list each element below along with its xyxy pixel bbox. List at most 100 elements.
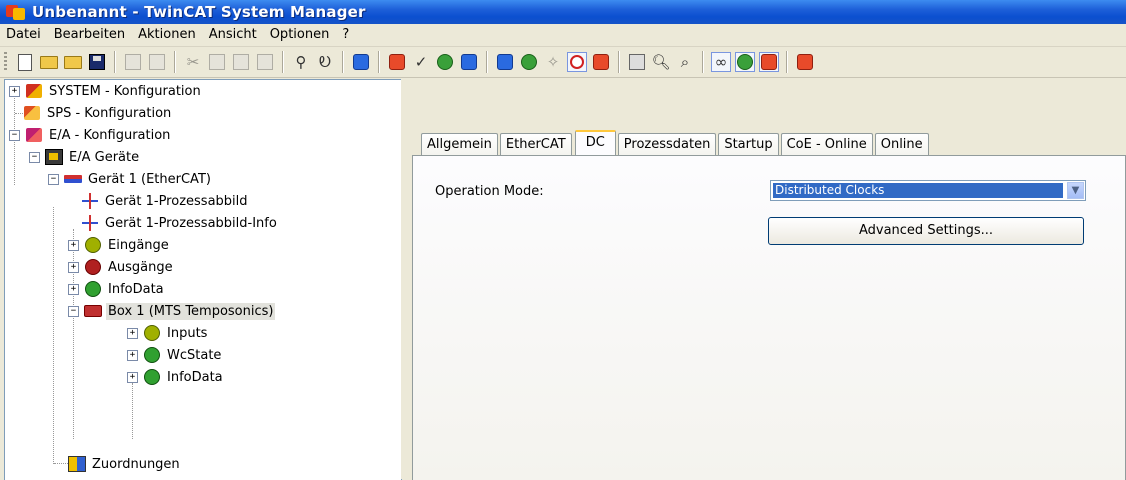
tab-startup[interactable]: Startup	[718, 133, 779, 156]
tree-item[interactable]: + Ausgänge	[68, 256, 175, 278]
watch-icon[interactable]: ∞	[711, 52, 731, 72]
menu-help[interactable]: ?	[336, 24, 356, 46]
paste-icon[interactable]	[231, 52, 251, 72]
detail-pane: Allgemein EtherCAT DC Prozessdaten Start…	[401, 79, 1126, 480]
toolbar-grip[interactable]	[4, 52, 7, 72]
infodata-icon	[84, 280, 102, 298]
tree-item-label: Gerät 1-Prozessabbild	[105, 193, 248, 209]
scan-icon[interactable]	[519, 52, 539, 72]
menu-optionen[interactable]: Optionen	[264, 24, 337, 46]
collapse-toggle[interactable]: −	[68, 305, 79, 317]
tree-item[interactable]: SPS - Konfiguration	[23, 102, 173, 124]
tree-item-selected[interactable]: − Box 1 (MTS Temposonics)	[68, 300, 276, 322]
expand-toggle[interactable]: +	[68, 239, 79, 251]
cut-icon[interactable]: ✂	[183, 52, 203, 72]
config-mode-icon[interactable]	[495, 52, 515, 72]
outputs-icon	[84, 258, 102, 276]
menu-aktionen[interactable]: Aktionen	[132, 24, 203, 46]
tree-item[interactable]: + Inputs	[127, 322, 209, 344]
tree-item[interactable]: + InfoData	[127, 366, 225, 388]
expand-toggle[interactable]: +	[68, 283, 79, 295]
chevron-down-icon[interactable]: ▼	[1067, 182, 1084, 199]
build-icon[interactable]	[435, 52, 455, 72]
paste-special-icon[interactable]	[255, 52, 275, 72]
tab-online[interactable]: Online	[874, 133, 929, 156]
infodata-icon	[143, 368, 161, 386]
tab-prozessdaten[interactable]: Prozessdaten	[617, 133, 717, 156]
target-icon[interactable]	[567, 52, 587, 72]
operation-mode-select[interactable]: Distributed Clocks ▼	[770, 180, 1086, 201]
twincat-app-icon[interactable]	[6, 3, 26, 21]
edit-icon[interactable]	[351, 52, 371, 72]
tree-item[interactable]: Gerät 1-Prozessabbild-Info	[81, 212, 279, 234]
tree-item[interactable]: Zuordnungen	[68, 453, 182, 475]
tree-item-label: Inputs	[167, 325, 208, 341]
list-view-icon[interactable]	[627, 52, 647, 72]
advanced-settings-button[interactable]: Advanced Settings...	[768, 217, 1084, 245]
save-icon[interactable]	[87, 52, 107, 72]
expand-toggle[interactable]: +	[127, 349, 138, 361]
toolbar-separator	[114, 51, 116, 73]
expand-toggle[interactable]: +	[127, 327, 138, 339]
tree-item-label: Box 1 (MTS Temposonics)	[106, 302, 276, 320]
find-icon[interactable]: ⚲	[291, 52, 311, 72]
toolbar-separator	[282, 51, 284, 73]
toolbar-separator	[618, 51, 620, 73]
restart-icon[interactable]	[459, 52, 479, 72]
menu-datei[interactable]: Datei	[0, 24, 48, 46]
collapse-toggle[interactable]: −	[48, 173, 59, 185]
io-devices-icon	[45, 148, 63, 166]
collapse-toggle[interactable]: −	[29, 151, 40, 163]
tree-line	[132, 383, 133, 439]
tree-item[interactable]: Gerät 1-Prozessabbild	[81, 190, 250, 212]
collapse-toggle[interactable]: −	[9, 129, 20, 141]
open-icon[interactable]	[39, 52, 59, 72]
copy-icon[interactable]	[207, 52, 227, 72]
toolbar-separator	[786, 51, 788, 73]
mappings-icon	[68, 455, 86, 473]
free-run-icon[interactable]: ✧	[543, 52, 563, 72]
activate-config-icon[interactable]	[387, 52, 407, 72]
operation-mode-value: Distributed Clocks	[773, 183, 1063, 198]
tree-item-label: InfoData	[167, 369, 223, 385]
find-next-icon[interactable]: Ꭷ	[315, 52, 335, 72]
tree-item[interactable]: + InfoData	[68, 278, 166, 300]
expand-toggle[interactable]: +	[9, 85, 20, 97]
print-icon[interactable]	[123, 52, 143, 72]
online-watch-icon[interactable]	[759, 52, 779, 72]
tab-allgemein[interactable]: Allgemein	[421, 133, 498, 156]
print-preview-icon[interactable]	[147, 52, 167, 72]
tree-item[interactable]: − E/A Geräte	[29, 146, 141, 168]
toolbar-separator	[174, 51, 176, 73]
tree-item[interactable]: + Eingänge	[68, 234, 171, 256]
inputs-icon	[84, 236, 102, 254]
tab-coe-online[interactable]: CoE - Online	[780, 133, 873, 156]
tree-item-label: Eingänge	[108, 237, 169, 253]
tree-item-label: Zuordnungen	[92, 456, 180, 472]
expand-toggle[interactable]: +	[127, 371, 138, 383]
locate-icon[interactable]	[735, 52, 755, 72]
check-icon[interactable]: ✓	[411, 52, 431, 72]
tab-ethercat[interactable]: EtherCAT	[499, 133, 572, 156]
tree-item[interactable]: − Gerät 1 (EtherCAT)	[48, 168, 213, 190]
ethercat-device-icon	[64, 170, 82, 188]
menu-ansicht[interactable]: Ansicht	[203, 24, 264, 46]
tree-item[interactable]: − E/A - Konfiguration	[9, 124, 172, 146]
config-tree[interactable]: + SYSTEM - Konfiguration SPS - Konfigura…	[4, 79, 402, 480]
tree-item[interactable]: + WcState	[127, 344, 223, 366]
tab-dc[interactable]: DC	[574, 130, 616, 157]
menu-bearbeiten[interactable]: Bearbeiten	[48, 24, 132, 46]
more-icon[interactable]	[795, 52, 815, 72]
expand-toggle[interactable]: +	[68, 261, 79, 273]
toolbar-separator	[342, 51, 344, 73]
zoom-icon[interactable]: 🔍︎	[651, 52, 671, 72]
process-image-info-icon	[81, 214, 99, 232]
open-remote-icon[interactable]	[63, 52, 83, 72]
new-icon[interactable]	[15, 52, 35, 72]
toggle-icon[interactable]	[591, 52, 611, 72]
tree-item-label: SYSTEM - Konfiguration	[49, 83, 201, 99]
dc-tab-panel: Operation Mode: Distributed Clocks ▼ Adv…	[412, 155, 1126, 480]
tree-item[interactable]: + SYSTEM - Konfiguration	[9, 80, 203, 102]
show-online-icon[interactable]: ⌕	[675, 52, 695, 72]
operation-mode-label: Operation Mode:	[435, 184, 544, 199]
